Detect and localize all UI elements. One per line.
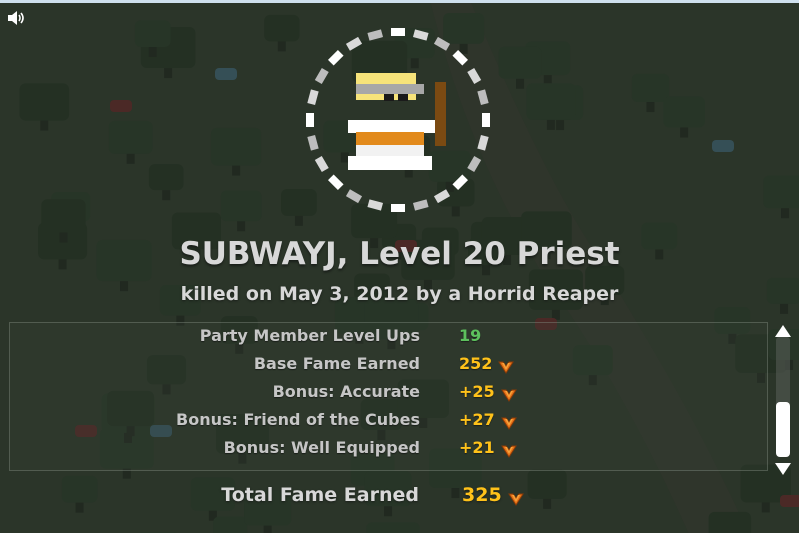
stat-value: +25 [459, 382, 495, 401]
window-bottom-bar [0, 533, 799, 560]
total-fame-value: 325 [462, 484, 502, 506]
stat-label: Bonus: Well Equipped [223, 438, 420, 457]
stat-label: Party Member Level Ups [199, 326, 420, 345]
death-subtitle: killed on May 3, 2012 by a Horrid Reaper [180, 283, 619, 305]
stat-row-bonus-well-equipped: Bonus: Well Equipped +21 [10, 435, 767, 461]
stat-row-party-level-ups: Party Member Level Ups 19 [10, 323, 767, 349]
fame-icon [500, 385, 517, 402]
stat-label: Bonus: Accurate [272, 382, 420, 401]
stats-scrollbar[interactable] [772, 322, 794, 475]
fame-icon [500, 441, 517, 458]
total-fame-label: Total Fame Earned [221, 484, 419, 506]
character-portrait [298, 20, 498, 220]
fame-stats-panel: Party Member Level Ups 19 Base Fame Earn… [9, 322, 768, 471]
stat-value: 19 [459, 326, 482, 345]
stat-value: 252 [459, 354, 493, 373]
fame-icon [498, 357, 515, 374]
speaker-icon[interactable] [6, 8, 28, 28]
stat-value: +21 [459, 438, 495, 457]
stat-row-base-fame: Base Fame Earned 252 [10, 351, 767, 377]
scroll-down-arrow-icon[interactable] [775, 460, 791, 475]
window-top-border [0, 0, 799, 3]
scroll-thumb[interactable] [776, 402, 790, 457]
death-title: SUBWAYJ, Level 20 Priest [179, 236, 620, 272]
stat-value: +27 [459, 410, 495, 429]
scroll-up-arrow-icon[interactable] [775, 322, 791, 337]
fame-icon [500, 413, 517, 430]
stat-label: Base Fame Earned [253, 354, 420, 373]
stat-row-bonus-friend-of-the-cubes: Bonus: Friend of the Cubes +27 [10, 407, 767, 433]
stat-row-bonus-accurate: Bonus: Accurate +25 [10, 379, 767, 405]
fame-icon [507, 488, 524, 506]
total-fame-value-group: 325 [462, 482, 524, 508]
priest-character-icon [348, 73, 446, 170]
stat-label: Bonus: Friend of the Cubes [176, 410, 420, 429]
